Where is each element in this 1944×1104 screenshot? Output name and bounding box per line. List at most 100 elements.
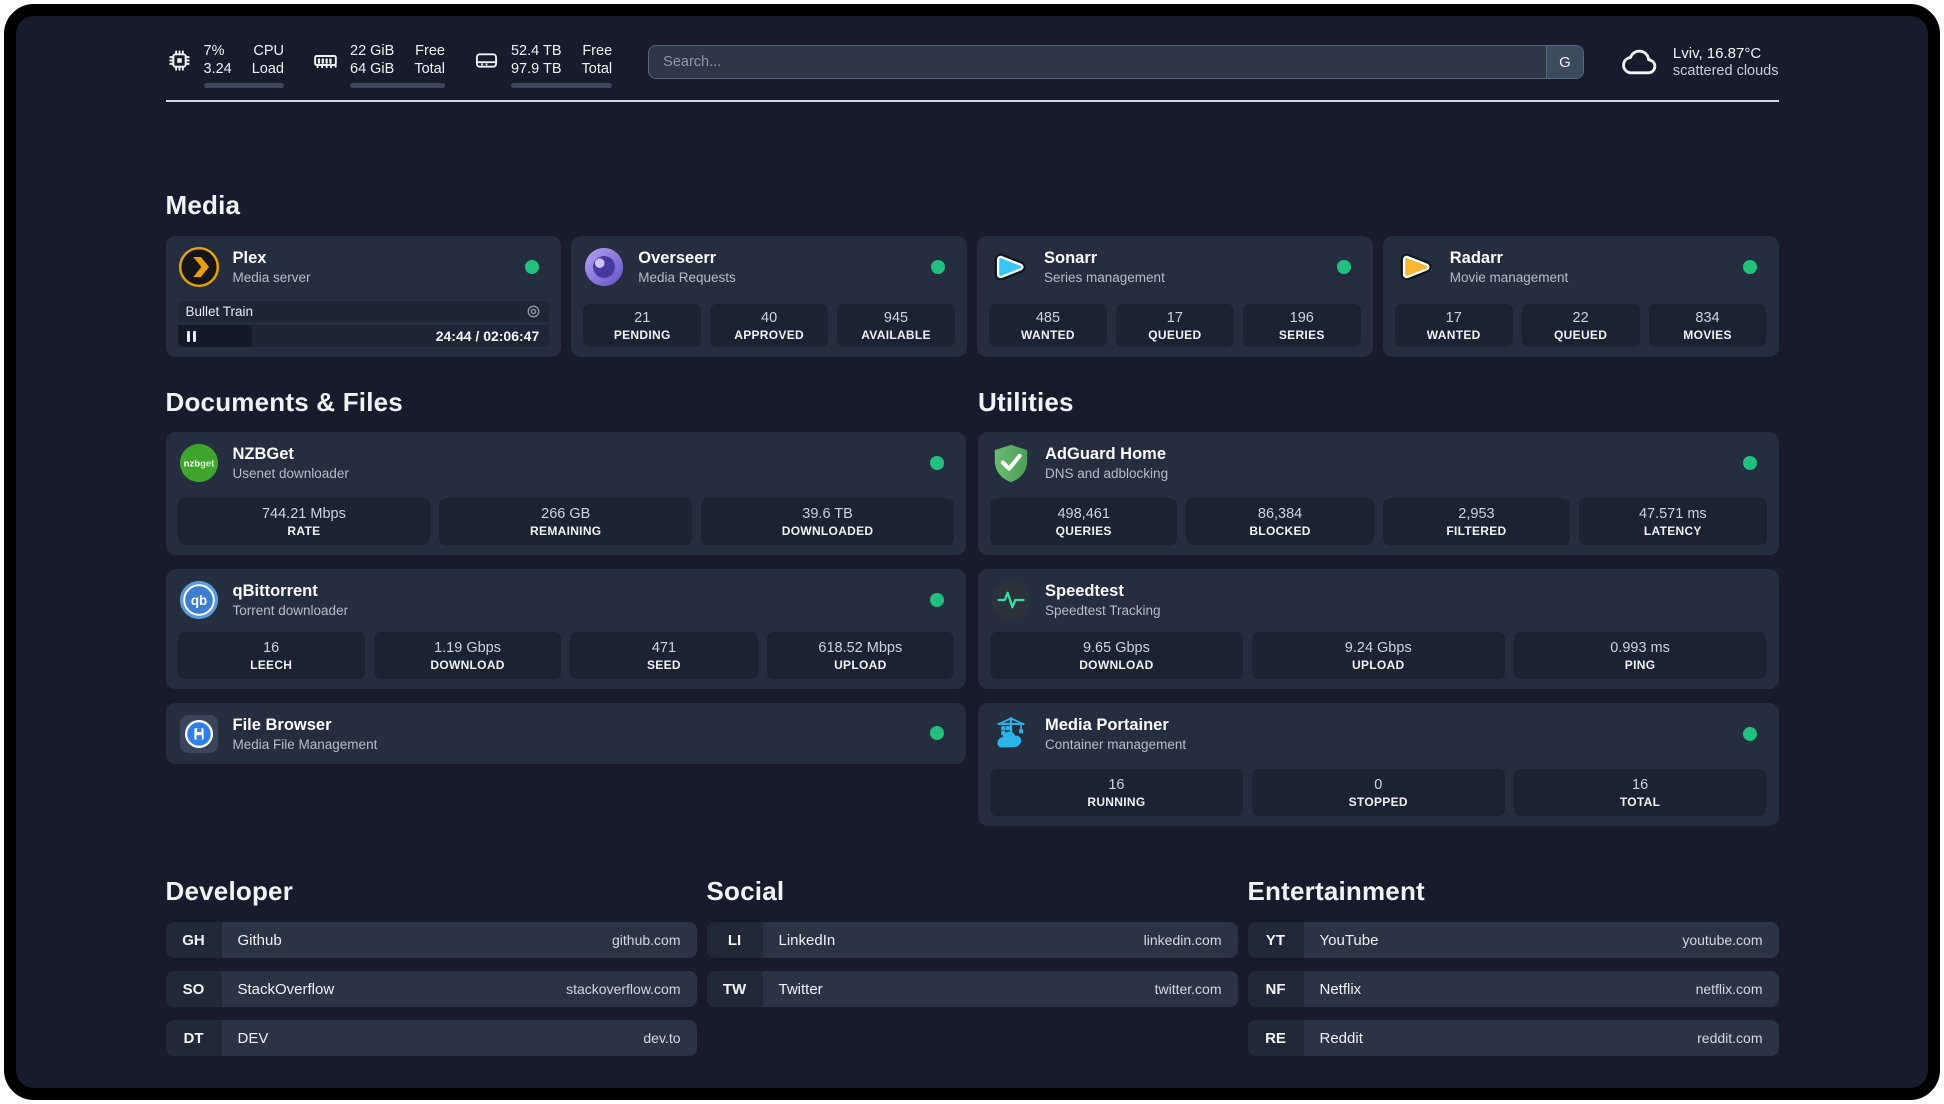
disk-stat: 52.4 TB 97.9 TB Free Total xyxy=(473,42,613,88)
memory-progress-bar xyxy=(350,83,445,88)
app-name: Media Portainer xyxy=(1045,716,1169,734)
link-row-twitter[interactable]: TW Twitter twitter.com xyxy=(706,971,1238,1007)
stat-value: 16 xyxy=(1108,776,1125,793)
stat-label: QUEUED xyxy=(1554,327,1608,342)
developer-links-group: Developer GH Github github.com SO StackO… xyxy=(165,876,697,1056)
link-row-reddit[interactable]: RE Reddit reddit.com xyxy=(1247,1020,1779,1056)
search-input[interactable] xyxy=(649,46,1546,78)
top-bar: 7% 3.24 CPU Load 22 GiB 64 GiB Free Tota… xyxy=(166,42,1779,88)
link-row-netflix[interactable]: NF Netflix netflix.com xyxy=(1247,971,1779,1007)
link-abbr: RE xyxy=(1247,1020,1304,1056)
stat-value: 266 GB xyxy=(541,505,591,522)
link-domain: dev.to xyxy=(643,1030,681,1046)
app-name: Speedtest xyxy=(1045,582,1124,600)
app-description: Series management xyxy=(1044,270,1165,285)
stat-label: BLOCKED xyxy=(1249,523,1311,538)
cpu-progress-bar xyxy=(203,83,284,88)
stat-value: 2,953 xyxy=(1458,505,1495,522)
stat-tile: 1.19 Gbps DOWNLOAD xyxy=(373,632,562,679)
stat-label: QUERIES xyxy=(1055,523,1112,538)
stat-tile: 196 SERIES xyxy=(1242,304,1361,347)
plex-icon xyxy=(178,246,220,288)
documents-column: Documents & Files nzbget NZBGet Usenet d… xyxy=(165,387,966,826)
cpu-load: 3.24 xyxy=(203,61,232,77)
link-domain: stackoverflow.com xyxy=(566,981,681,997)
overseerr-icon xyxy=(583,246,625,288)
speedtest-card[interactable]: Speedtest Speedtest Tracking 9.65 Gbps D… xyxy=(978,569,1779,689)
filebrowser-icon xyxy=(178,713,220,755)
app-description: Torrent downloader xyxy=(232,603,349,618)
memory-total: 64 GiB xyxy=(350,61,395,77)
nzbget-card[interactable]: nzbget NZBGet Usenet downloader 744.21 M… xyxy=(165,432,966,555)
stat-label: APPROVED xyxy=(734,327,804,342)
stat-value: 618.52 Mbps xyxy=(818,639,903,656)
cpu-usage: 7% xyxy=(203,43,225,59)
now-playing-title: Bullet Train xyxy=(185,304,254,319)
stat-value: 485 xyxy=(1035,309,1061,326)
link-row-stackoverflow[interactable]: SO StackOverflow stackoverflow.com xyxy=(165,971,697,1007)
search-engine-button[interactable]: G xyxy=(1545,46,1583,78)
memory-labels: Free Total xyxy=(414,43,445,77)
link-domain: twitter.com xyxy=(1154,981,1222,997)
status-dot xyxy=(930,726,944,740)
svg-text:nzbget: nzbget xyxy=(183,458,215,469)
search-bar[interactable]: G xyxy=(648,45,1584,79)
app-description: DNS and adblocking xyxy=(1045,466,1169,481)
documents-section-title: Documents & Files xyxy=(165,387,403,417)
stat-tile: 498,461 QUERIES xyxy=(990,498,1178,545)
plex-card[interactable]: Plex Media server Bullet Train 24:44 / 0… xyxy=(165,236,562,357)
stat-value: 471 xyxy=(651,639,677,656)
stat-tile: 86,384 BLOCKED xyxy=(1186,498,1374,545)
link-abbr: DT xyxy=(165,1020,222,1056)
stat-label: LATENCY xyxy=(1643,523,1702,538)
stat-tile: 16 TOTAL xyxy=(1513,769,1767,816)
session-icon[interactable] xyxy=(526,304,541,319)
radarr-icon xyxy=(1395,246,1437,288)
playback-elapsed xyxy=(177,325,252,347)
qbittorrent-card[interactable]: qb qBittorrent Torrent downloader 16 LEE… xyxy=(165,569,966,689)
stat-value: 22 xyxy=(1572,309,1589,326)
portainer-card[interactable]: Media Portainer Container management 16 … xyxy=(978,703,1779,826)
radarr-card[interactable]: Radarr Movie management 17 WANTED 22 QUE… xyxy=(1382,236,1779,357)
stat-tile: 945 AVAILABLE xyxy=(837,304,955,347)
link-row-linkedin[interactable]: LI LinkedIn linkedin.com xyxy=(706,922,1238,958)
link-name: YouTube xyxy=(1319,931,1379,949)
app-name: Radarr xyxy=(1449,249,1503,267)
link-row-dev[interactable]: DT DEV dev.to xyxy=(165,1020,697,1056)
stat-label: DOWNLOAD xyxy=(430,657,505,672)
stat-label: AVAILABLE xyxy=(861,327,931,342)
stat-tile: 22 QUEUED xyxy=(1521,304,1640,347)
cloud-icon xyxy=(1620,42,1660,82)
adguard-shield-icon xyxy=(990,442,1032,484)
entertainment-links-group: Entertainment YT YouTube youtube.com NF … xyxy=(1247,876,1779,1056)
stat-value: 498,461 xyxy=(1057,505,1110,522)
stat-value: 834 xyxy=(1695,309,1720,326)
overseerr-card[interactable]: Overseerr Media Requests 21 PENDING 40 A… xyxy=(571,236,967,357)
filebrowser-card[interactable]: File Browser Media File Management xyxy=(165,703,966,764)
stat-value: 196 xyxy=(1289,309,1314,326)
link-abbr: NF xyxy=(1247,971,1304,1007)
stat-value: 16 xyxy=(263,639,280,656)
stat-value: 21 xyxy=(634,309,651,326)
app-name: NZBGet xyxy=(232,445,294,463)
stat-tile: 2,953 FILTERED xyxy=(1382,498,1571,545)
status-dot xyxy=(930,456,944,470)
status-dot xyxy=(930,593,944,607)
status-dot xyxy=(1742,260,1757,274)
stat-label: STOPPED xyxy=(1348,794,1408,809)
link-row-youtube[interactable]: YT YouTube youtube.com xyxy=(1247,922,1779,958)
link-name: Github xyxy=(237,931,282,949)
stat-value: 17 xyxy=(1445,309,1462,326)
adguard-card[interactable]: AdGuard Home DNS and adblocking 498,461 … xyxy=(978,432,1779,555)
sonarr-card[interactable]: Sonarr Series management 485 WANTED 17 Q… xyxy=(977,236,1373,357)
stat-value: 9.65 Gbps xyxy=(1082,639,1150,656)
weather-widget: Lviv, 16.87°C scattered clouds xyxy=(1620,42,1779,82)
stat-tile: 471 SEED xyxy=(570,632,758,679)
status-dot xyxy=(1336,260,1351,274)
stat-label: FILTERED xyxy=(1446,523,1507,538)
social-section-title: Social xyxy=(706,876,785,906)
app-name: AdGuard Home xyxy=(1045,445,1167,463)
link-row-github[interactable]: GH Github github.com xyxy=(165,922,697,958)
sonarr-icon xyxy=(989,246,1031,288)
developer-section-title: Developer xyxy=(165,876,294,906)
